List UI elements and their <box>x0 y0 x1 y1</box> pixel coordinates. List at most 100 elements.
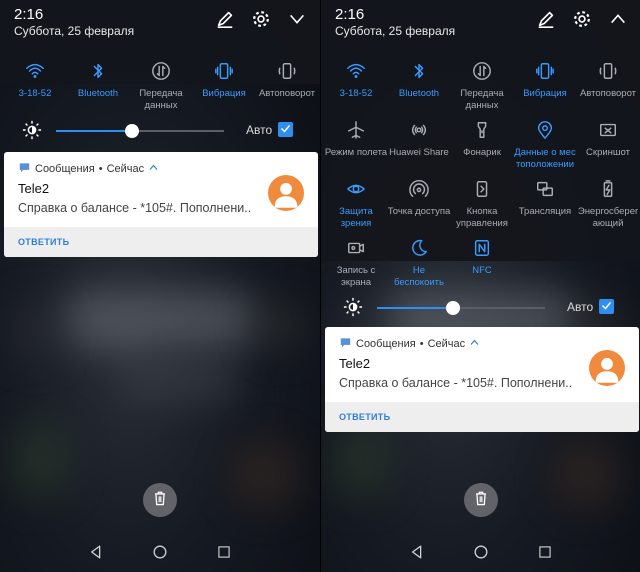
chevron-up-icon[interactable] <box>148 162 159 176</box>
tile-label: Не беспокоить <box>394 265 444 288</box>
trash-icon <box>472 489 490 512</box>
home-icon[interactable] <box>472 543 490 561</box>
tile-nfc[interactable]: NFC <box>450 237 514 277</box>
huawei-share-icon <box>408 119 430 141</box>
messages-app-icon <box>339 336 352 352</box>
brightness-knob[interactable] <box>124 124 139 138</box>
screen-record-icon <box>345 237 367 259</box>
tile-label: Автоповорот <box>258 88 316 99</box>
tile-data-transfer[interactable]: Передача данных <box>129 60 193 112</box>
autorotate-icon <box>597 60 619 82</box>
notification-card[interactable]: Сообщения • Сейчас Tele2 Справка о балансе -… <box>325 327 639 432</box>
notification-card[interactable]: Сообщения • Сейчас Tele2 Справка о балансе -… <box>4 152 318 257</box>
notification-header: Сообщения • Сейчас <box>18 161 159 177</box>
tile-eye[interactable]: Защита зрения <box>324 178 388 230</box>
notification-sender: Tele2 <box>339 356 371 371</box>
tile-label: Скриншот <box>586 147 630 158</box>
notification-sender: Tele2 <box>18 181 50 196</box>
home-icon[interactable] <box>151 543 169 561</box>
brightness-slider[interactable] <box>56 124 224 138</box>
reply-button[interactable]: ОТВЕТИТЬ <box>339 412 390 422</box>
tile-label: 3-18-52 <box>18 88 52 99</box>
vibration-icon <box>213 60 235 82</box>
brightness-fill <box>56 130 132 132</box>
wallpaper-blob <box>551 440 621 510</box>
tile-hotspot[interactable]: Точка доступа <box>387 178 451 218</box>
tile-screenshot[interactable]: Скриншот <box>576 119 640 159</box>
notification-text: Справка о балансе - *105#. Пополнени.. <box>339 376 573 390</box>
tile-cast[interactable]: Трансляция <box>513 178 577 218</box>
clear-all-button[interactable] <box>464 483 498 517</box>
chevron-up-icon[interactable] <box>469 337 480 351</box>
back-icon[interactable] <box>408 543 426 561</box>
data-transfer-icon <box>150 60 172 82</box>
clock: 2:16 <box>14 6 44 23</box>
tile-vibration[interactable]: Вибрация <box>513 60 577 100</box>
tile-autorotate[interactable]: Автоповорот <box>576 60 640 100</box>
auto-brightness-checkbox[interactable] <box>278 122 293 137</box>
chevron-up-icon[interactable] <box>607 8 629 30</box>
settings-gear-icon[interactable] <box>571 8 593 30</box>
wallpaper-blob <box>331 420 391 500</box>
status-header: 2:16 Суббота, 25 февраля <box>321 0 640 48</box>
recents-icon[interactable] <box>215 543 233 561</box>
back-icon[interactable] <box>87 543 105 561</box>
auto-brightness-checkbox[interactable] <box>599 299 614 314</box>
tile-autorotate[interactable]: Автоповорот <box>255 60 319 100</box>
tile-label: NFC <box>472 265 492 276</box>
wallpaper-blob <box>10 300 60 360</box>
recents-icon[interactable] <box>536 543 554 561</box>
notification-actions: ОТВЕТИТЬ <box>4 227 318 257</box>
reply-button[interactable]: ОТВЕТИТЬ <box>18 237 69 247</box>
tile-airplane[interactable]: Режим полета <box>324 119 388 159</box>
brightness-slider[interactable] <box>377 301 545 315</box>
avatar <box>268 175 304 211</box>
header-actions <box>535 8 629 30</box>
tile-label: Кнопка управления <box>456 206 508 229</box>
brightness-row: Авто <box>321 293 640 323</box>
edit-icon[interactable] <box>214 8 236 30</box>
tile-label: Данные о мес тоположении <box>514 147 576 170</box>
tile-moon[interactable]: Не беспокоить <box>387 237 451 289</box>
tile-label: 3-18-52 <box>339 88 373 99</box>
tile-bluetooth[interactable]: Bluetooth <box>66 60 130 100</box>
edit-icon[interactable] <box>535 8 557 30</box>
tile-screen-record[interactable]: Запись с экрана <box>324 237 388 289</box>
quick-settings: 3-18-52 Bluetooth Передача данных Вибрация А… <box>321 48 640 288</box>
screenshot-icon <box>597 119 619 141</box>
tile-huawei-share[interactable]: Huawei Share <box>387 119 451 159</box>
notification-text: Справка о балансе - *105#. Пополнени.. <box>18 201 252 215</box>
clear-all-button[interactable] <box>143 483 177 517</box>
chevron-down-icon[interactable] <box>286 8 308 30</box>
clock: 2:16 <box>335 6 365 23</box>
tile-wifi[interactable]: 3-18-52 <box>3 60 67 100</box>
vibration-icon <box>534 60 556 82</box>
tile-label: Режим полета <box>324 147 388 158</box>
auto-brightness-label: Авто <box>567 300 594 314</box>
tile-label: Вибрация <box>202 88 246 99</box>
moon-icon <box>408 237 430 259</box>
hotspot-icon <box>408 178 430 200</box>
tile-label: Трансляция <box>518 206 572 217</box>
tile-vibration[interactable]: Вибрация <box>192 60 256 100</box>
tile-battery-saver[interactable]: Энергосбереr ающий <box>576 178 640 230</box>
tile-bluetooth[interactable]: Bluetooth <box>387 60 451 100</box>
tile-data-transfer[interactable]: Передача данных <box>450 60 514 112</box>
quick-settings: 3-18-52 Bluetooth Передача данных Вибрация А… <box>0 48 320 111</box>
tile-control-button[interactable]: Кнопка управления <box>450 178 514 230</box>
checkmark-icon <box>280 121 291 139</box>
notification-time: Сейчас <box>106 163 145 175</box>
navigation-bar <box>321 532 640 572</box>
person-icon <box>268 183 304 211</box>
wifi-icon <box>24 60 46 82</box>
header-actions <box>214 8 308 30</box>
settings-gear-icon[interactable] <box>250 8 272 30</box>
separator: • <box>98 163 103 175</box>
tile-flashlight[interactable]: Фонарик <box>450 119 514 159</box>
tile-label: Передача данных <box>139 88 183 111</box>
tile-label: Энергосбереr ающий <box>577 206 639 229</box>
tile-wifi[interactable]: 3-18-52 <box>324 60 388 100</box>
brightness-knob[interactable] <box>445 301 460 315</box>
tile-label: Точка доступа <box>387 206 451 217</box>
tile-location[interactable]: Данные о мес тоположении <box>513 119 577 171</box>
